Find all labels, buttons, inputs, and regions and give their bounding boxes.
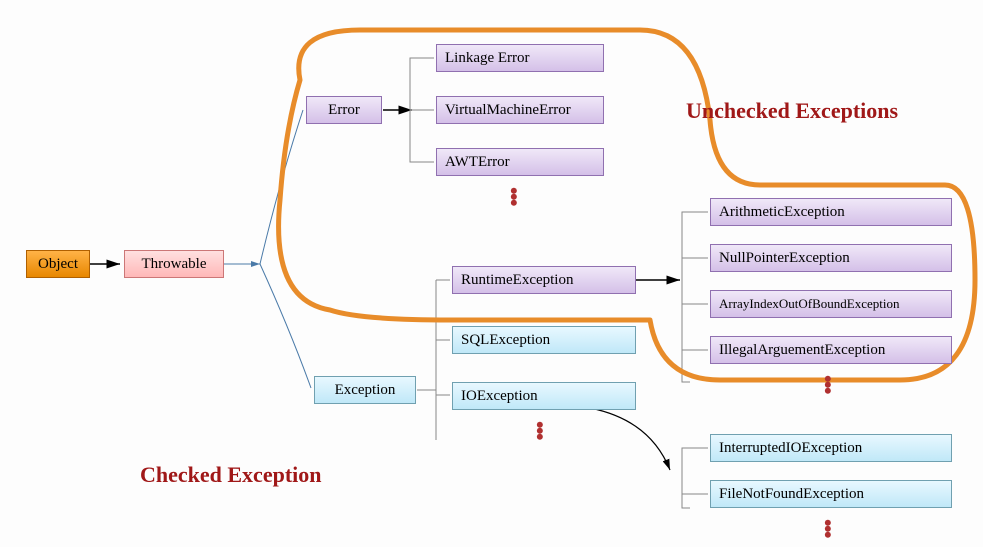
node-object: Object [26,250,90,278]
node-label: ArithmeticException [719,204,845,221]
node-label: Linkage Error [445,50,530,67]
ellipsis-icon: ••• [510,188,516,206]
node-interruptedio-exception: InterruptedIOException [710,434,952,462]
annotation-checked: Checked Exception [140,462,322,488]
node-label: FileNotFoundException [719,486,864,503]
annotation-label: Checked Exception [140,462,322,487]
node-illegalargument-exception: IllegalArguementException [710,336,952,364]
node-io-exception: IOException [452,382,636,410]
node-exception: Exception [314,376,416,404]
annotation-unchecked: Unchecked Exceptions [686,98,898,124]
node-arrayindex-exception: ArrayIndexOutOfBoundException [710,290,952,318]
annotation-label: Unchecked Exceptions [686,98,898,123]
node-label: IOException [461,388,538,405]
node-label: Object [38,256,78,273]
ellipsis-icon: ••• [824,520,830,538]
node-filenotfound-exception: FileNotFoundException [710,480,952,508]
node-label: ArrayIndexOutOfBoundException [719,296,900,312]
node-label: Exception [335,382,396,399]
node-label: AWTError [445,154,510,171]
node-label: RuntimeException [461,272,573,289]
node-virtualmachine-error: VirtualMachineError [436,96,604,124]
node-error: Error [306,96,382,124]
node-label: SQLException [461,332,550,349]
node-throwable: Throwable [124,250,224,278]
ellipsis-icon: ••• [536,422,542,440]
node-sql-exception: SQLException [452,326,636,354]
ellipsis-icon: ••• [824,376,830,394]
node-arithmetic-exception: ArithmeticException [710,198,952,226]
node-label: Error [328,102,360,119]
node-nullpointer-exception: NullPointerException [710,244,952,272]
node-awt-error: AWTError [436,148,604,176]
node-label: IllegalArguementException [719,342,885,359]
node-label: VirtualMachineError [445,102,571,119]
node-label: InterruptedIOException [719,440,862,457]
node-linkage-error: Linkage Error [436,44,604,72]
node-label: NullPointerException [719,250,850,267]
node-label: Throwable [142,256,207,273]
node-runtime-exception: RuntimeException [452,266,636,294]
